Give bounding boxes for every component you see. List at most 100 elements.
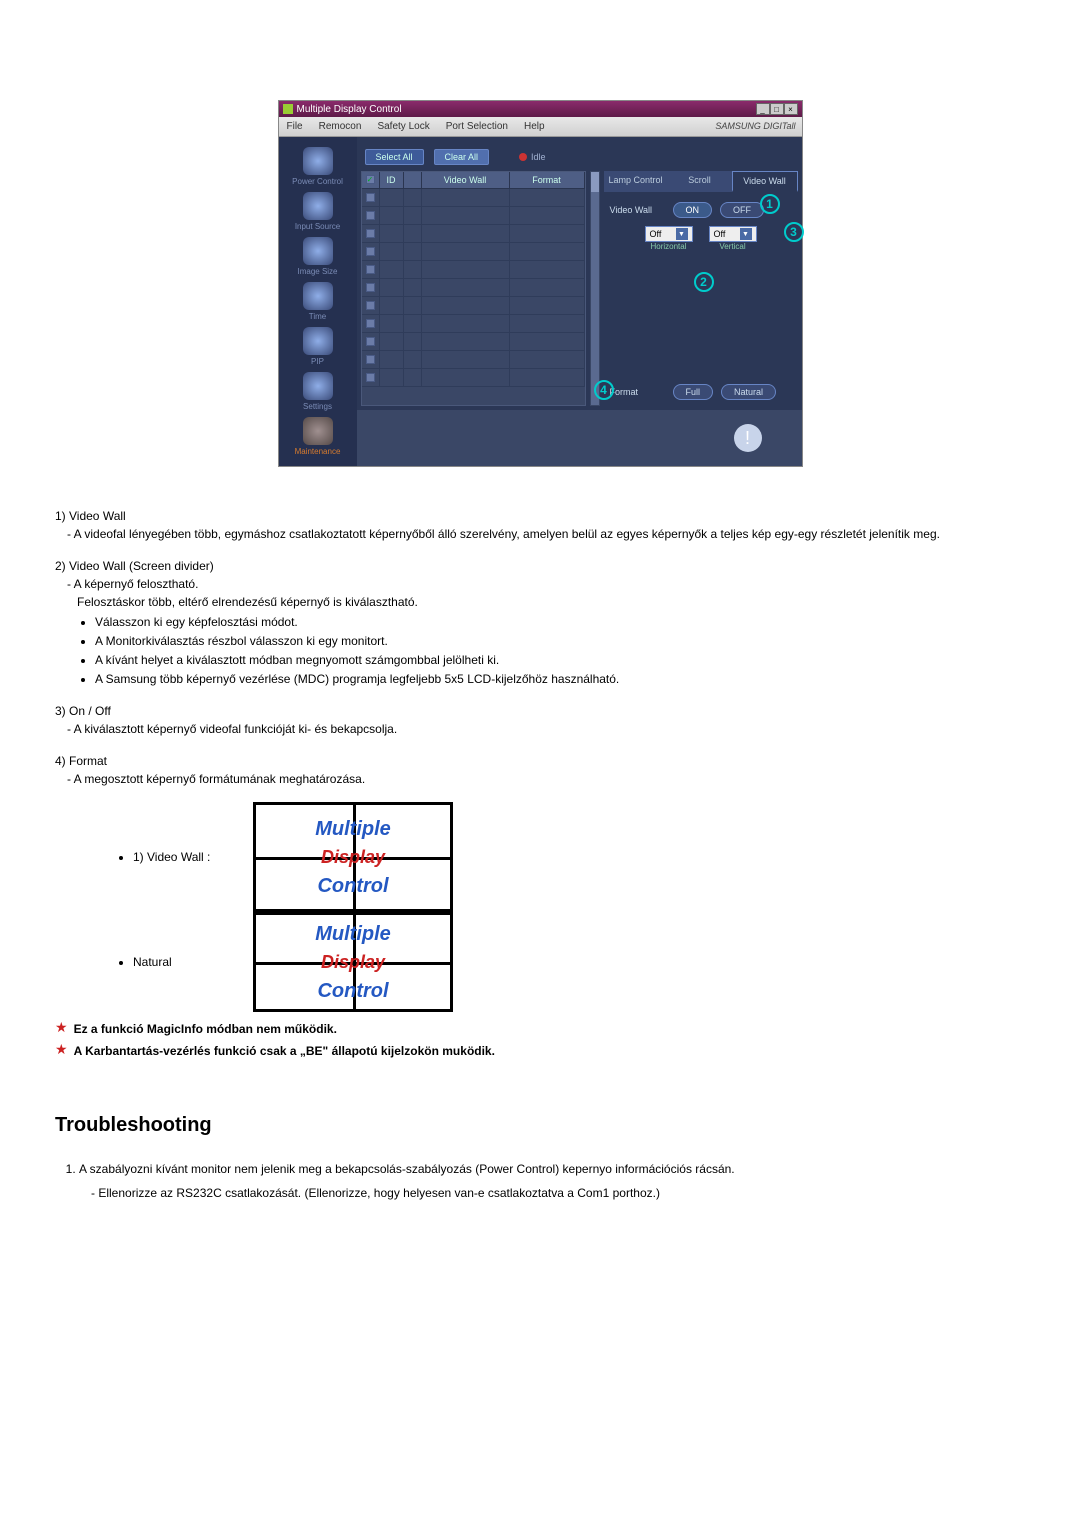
item-2-line1: A képernyő felosztható. [55, 575, 1025, 593]
row-checkbox[interactable] [366, 247, 375, 256]
idle-status: Idle [519, 152, 546, 162]
row-checkbox[interactable] [366, 193, 375, 202]
troubleshooting-heading: Troubleshooting [55, 1110, 1025, 1140]
callout-3: 3 [784, 222, 804, 242]
table-row[interactable] [362, 297, 585, 315]
table-row[interactable] [362, 369, 585, 387]
preview-natural: Multiple Display Control [253, 912, 453, 1012]
menu-safety-lock[interactable]: Safety Lock [369, 119, 437, 134]
item-1: 1) Video Wall A videofal lényegében több… [55, 507, 1025, 543]
preview-label-2: Natural [133, 953, 233, 971]
sidebar-image-size[interactable]: Image Size [279, 237, 357, 276]
table-row[interactable] [362, 189, 585, 207]
table-row[interactable] [362, 315, 585, 333]
vertical-value: Off [714, 229, 726, 239]
sidebar-maintenance[interactable]: Maintenance [279, 417, 357, 456]
menubar: File Remocon Safety Lock Port Selection … [279, 117, 802, 137]
main-pane: Select All Clear All Idle ID Video Wall … [357, 137, 802, 466]
sidebar-settings[interactable]: Settings [279, 372, 357, 411]
horizontal-value: Off [650, 229, 662, 239]
format-full-button[interactable]: Full [673, 384, 714, 400]
video-wall-off-button[interactable]: OFF [720, 202, 764, 218]
item-3-title: 3) On / Off [55, 702, 1025, 720]
star-icon: ★ [55, 1020, 68, 1034]
row-checkbox[interactable] [366, 355, 375, 364]
list-item: A kívánt helyet a kiválasztott módban me… [95, 651, 1025, 669]
item-2-bullets: Válasszon ki egy képfelosztási módot. A … [55, 613, 1025, 688]
close-button[interactable]: × [784, 103, 798, 115]
table-row[interactable] [362, 351, 585, 369]
sidebar-time[interactable]: Time [279, 282, 357, 321]
menu-port-selection[interactable]: Port Selection [438, 119, 516, 134]
pip-icon [303, 327, 333, 355]
video-wall-label: Video Wall [610, 205, 665, 215]
table-row[interactable] [362, 225, 585, 243]
app-title: Multiple Display Control [297, 104, 402, 115]
row-checkbox[interactable] [366, 301, 375, 310]
preview-row-videowall: 1) Video Wall : Multiple Display Control [115, 802, 1025, 912]
scrollbar[interactable] [590, 171, 600, 406]
item-2-line2: Felosztáskor több, eltérő elrendezésű ké… [55, 593, 1025, 611]
callout-4: 4 [594, 380, 614, 400]
sidebar-input-source[interactable]: Input Source [279, 192, 357, 231]
scroll-thumb[interactable] [591, 182, 599, 192]
item-4-title: 4) Format [55, 752, 1025, 770]
row-checkbox[interactable] [366, 211, 375, 220]
grid-header: ID Video Wall Format [362, 172, 585, 189]
row-checkbox[interactable] [366, 373, 375, 382]
row-checkbox[interactable] [366, 337, 375, 346]
row-checkbox[interactable] [366, 229, 375, 238]
row-checkbox[interactable] [366, 319, 375, 328]
sidebar-pip[interactable]: PIP [279, 327, 357, 366]
maximize-button[interactable]: □ [770, 103, 784, 115]
menu-remocon[interactable]: Remocon [311, 119, 370, 134]
divider-selects: Off ▼ Horizontal Off ▼ Vertical [610, 226, 792, 251]
col-format: Format [510, 172, 585, 188]
format-natural-button[interactable]: Natural [721, 384, 776, 400]
sidebar-power-control[interactable]: Power Control [279, 147, 357, 186]
table-row[interactable] [362, 243, 585, 261]
tab-scroll[interactable]: Scroll [668, 171, 732, 192]
horizontal-label: Horizontal [645, 242, 693, 251]
col-id: ID [380, 172, 404, 188]
bottom-bar: ! [357, 410, 802, 466]
preview-text: Display [321, 949, 385, 976]
item-4: 4) Format A megosztott képernyő formátum… [55, 752, 1025, 788]
scroll-up-icon[interactable] [591, 172, 599, 182]
content-row: ID Video Wall Format [357, 171, 802, 410]
input-icon [303, 192, 333, 220]
display-grid: ID Video Wall Format [361, 171, 586, 406]
col-signal [404, 172, 422, 188]
select-all-button[interactable]: Select All [365, 149, 424, 165]
format-label: Format [610, 387, 665, 397]
video-wall-on-button[interactable]: ON [673, 202, 713, 218]
app-icon [283, 104, 293, 114]
table-row[interactable] [362, 279, 585, 297]
row-checkbox[interactable] [366, 283, 375, 292]
video-wall-panel: 1 Video Wall ON OFF 3 Off ▼ [604, 196, 798, 406]
menu-help[interactable]: Help [516, 119, 553, 134]
vertical-select[interactable]: Off ▼ [709, 226, 757, 242]
table-row[interactable] [362, 261, 585, 279]
minimize-button[interactable]: _ [756, 103, 770, 115]
preview-text: Control [317, 976, 388, 1006]
col-video-wall: Video Wall [422, 172, 510, 188]
row-checkbox[interactable] [366, 265, 375, 274]
list-item: Válasszon ki egy képfelosztási módot. [95, 613, 1025, 631]
chevron-down-icon: ▼ [740, 228, 752, 240]
col-checkbox[interactable] [362, 172, 380, 188]
brand-label: SAMSUNG DIGITall [709, 119, 801, 134]
maintenance-icon [303, 417, 333, 445]
menu-file[interactable]: File [279, 119, 311, 134]
table-row[interactable] [362, 333, 585, 351]
chevron-down-icon: ▼ [676, 228, 688, 240]
warning-icon: ! [734, 424, 762, 452]
preview-text: Control [317, 871, 388, 901]
preview-text: Multiple [315, 814, 391, 844]
clear-all-button[interactable]: Clear All [434, 149, 490, 165]
tab-lamp-control[interactable]: Lamp Control [604, 171, 668, 192]
horizontal-select[interactable]: Off ▼ [645, 226, 693, 242]
table-row[interactable] [362, 207, 585, 225]
tab-video-wall[interactable]: Video Wall [732, 171, 798, 192]
power-icon [303, 147, 333, 175]
